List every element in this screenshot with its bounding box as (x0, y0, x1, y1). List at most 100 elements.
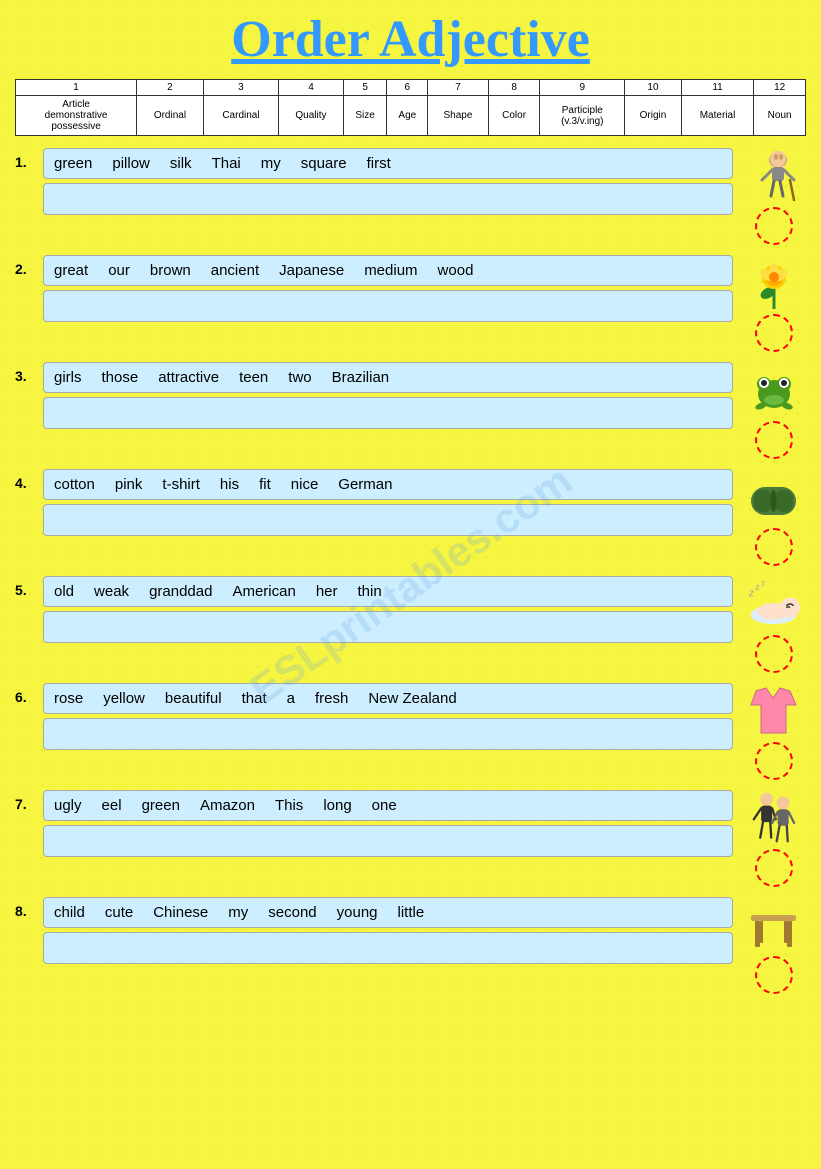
word: green (142, 797, 180, 814)
words-row-2: great our brown ancient Japanese medium … (43, 255, 733, 286)
illustration-4 (746, 469, 801, 524)
word: ugly (54, 797, 82, 814)
exercise-7: 7. ugly eel green Amazon This long one (15, 790, 806, 887)
words-row-1: green pillow silk Thai my square first (43, 148, 733, 179)
illustration-6 (746, 683, 801, 738)
col-label-5: Size (343, 96, 387, 136)
word: pillow (112, 155, 150, 172)
exercise-5: 5. old weak granddad American her thin z… (15, 576, 806, 673)
word: This (275, 797, 303, 814)
word: fit (259, 476, 271, 493)
exercise-num-5: 5. (15, 576, 35, 598)
word: her (316, 583, 338, 600)
word: my (261, 155, 281, 172)
word: old (54, 583, 74, 600)
answer-row-6[interactable] (43, 718, 733, 750)
word: little (398, 904, 425, 921)
words-row-4: cotton pink t-shirt his fit nice German (43, 469, 733, 500)
col-num-4: 4 (279, 80, 344, 96)
exercise-content-7: ugly eel green Amazon This long one (43, 790, 733, 857)
svg-text:z: z (749, 588, 755, 600)
exercise-8: 8. child cute Chinese my second young li… (15, 897, 806, 994)
word: yellow (103, 690, 145, 707)
svg-text:z: z (762, 579, 766, 588)
exercise-num-1: 1. (15, 148, 35, 170)
image-col-7 (741, 790, 806, 887)
word: teen (239, 369, 268, 386)
col-num-2: 2 (137, 80, 204, 96)
col-label-6: Age (387, 96, 428, 136)
illustration-8 (746, 897, 801, 952)
word: cute (105, 904, 133, 921)
col-label-9: Participle(v.3/v.ing) (540, 96, 625, 136)
word: t-shirt (162, 476, 200, 493)
dashed-circle-3 (755, 421, 793, 459)
exercise-num-7: 7. (15, 790, 35, 812)
answer-row-4[interactable] (43, 504, 733, 536)
words-row-6: rose yellow beautiful that a fresh New Z… (43, 683, 733, 714)
illustration-2 (746, 255, 801, 310)
exercise-num-6: 6. (15, 683, 35, 705)
word: Brazilian (332, 369, 390, 386)
word: Japanese (279, 262, 344, 279)
exercise-num-8: 8. (15, 897, 35, 919)
word: eel (102, 797, 122, 814)
image-col-8 (741, 897, 806, 994)
word: green (54, 155, 92, 172)
word: that (242, 690, 267, 707)
word: our (108, 262, 130, 279)
words-row-8: child cute Chinese my second young littl… (43, 897, 733, 928)
dashed-circle-1 (755, 207, 793, 245)
dashed-circle-4 (755, 528, 793, 566)
exercise-content-6: rose yellow beautiful that a fresh New Z… (43, 683, 733, 750)
word: child (54, 904, 85, 921)
image-col-1 (741, 148, 806, 245)
word: nice (291, 476, 319, 493)
answer-row-5[interactable] (43, 611, 733, 643)
exercise-num-2: 2. (15, 255, 35, 277)
illustration-3 (746, 362, 801, 417)
word: Thai (212, 155, 241, 172)
word: first (367, 155, 391, 172)
col-num-11: 11 (681, 80, 754, 96)
word: girls (54, 369, 82, 386)
word: New Zealand (368, 690, 456, 707)
exercise-6: 6. rose yellow beautiful that a fresh Ne… (15, 683, 806, 780)
svg-text:z: z (755, 582, 760, 592)
col-label-1: Articledemonstrativepossessive (16, 96, 137, 136)
answer-row-8[interactable] (43, 932, 733, 964)
word: Chinese (153, 904, 208, 921)
col-label-11: Material (681, 96, 754, 136)
col-num-3: 3 (203, 80, 278, 96)
col-num-10: 10 (625, 80, 682, 96)
word: cotton (54, 476, 95, 493)
image-col-3 (741, 362, 806, 459)
exercise-content-8: child cute Chinese my second young littl… (43, 897, 733, 964)
word: rose (54, 690, 83, 707)
word: medium (364, 262, 417, 279)
word: two (288, 369, 311, 386)
col-label-12: Noun (754, 96, 806, 136)
exercise-1: 1. green pillow silk Thai my square firs… (15, 148, 806, 245)
answer-row-3[interactable] (43, 397, 733, 429)
words-row-3: girls those attractive teen two Brazilia… (43, 362, 733, 393)
image-col-4 (741, 469, 806, 566)
answer-row-2[interactable] (43, 290, 733, 322)
word: wood (438, 262, 474, 279)
col-num-5: 5 (343, 80, 387, 96)
word: long (323, 797, 351, 814)
adjective-order-table: 1 2 3 4 5 6 7 8 9 10 11 12 Articledemons… (15, 79, 806, 136)
col-num-9: 9 (540, 80, 625, 96)
word: those (102, 369, 139, 386)
col-num-8: 8 (488, 80, 540, 96)
col-label-4: Quality (279, 96, 344, 136)
exercise-content-5: old weak granddad American her thin (43, 576, 733, 643)
exercise-content-2: great our brown ancient Japanese medium … (43, 255, 733, 322)
word: fresh (315, 690, 348, 707)
answer-row-7[interactable] (43, 825, 733, 857)
col-label-3: Cardinal (203, 96, 278, 136)
dashed-circle-7 (755, 849, 793, 887)
word: square (301, 155, 347, 172)
col-label-10: Origin (625, 96, 682, 136)
answer-row-1[interactable] (43, 183, 733, 215)
